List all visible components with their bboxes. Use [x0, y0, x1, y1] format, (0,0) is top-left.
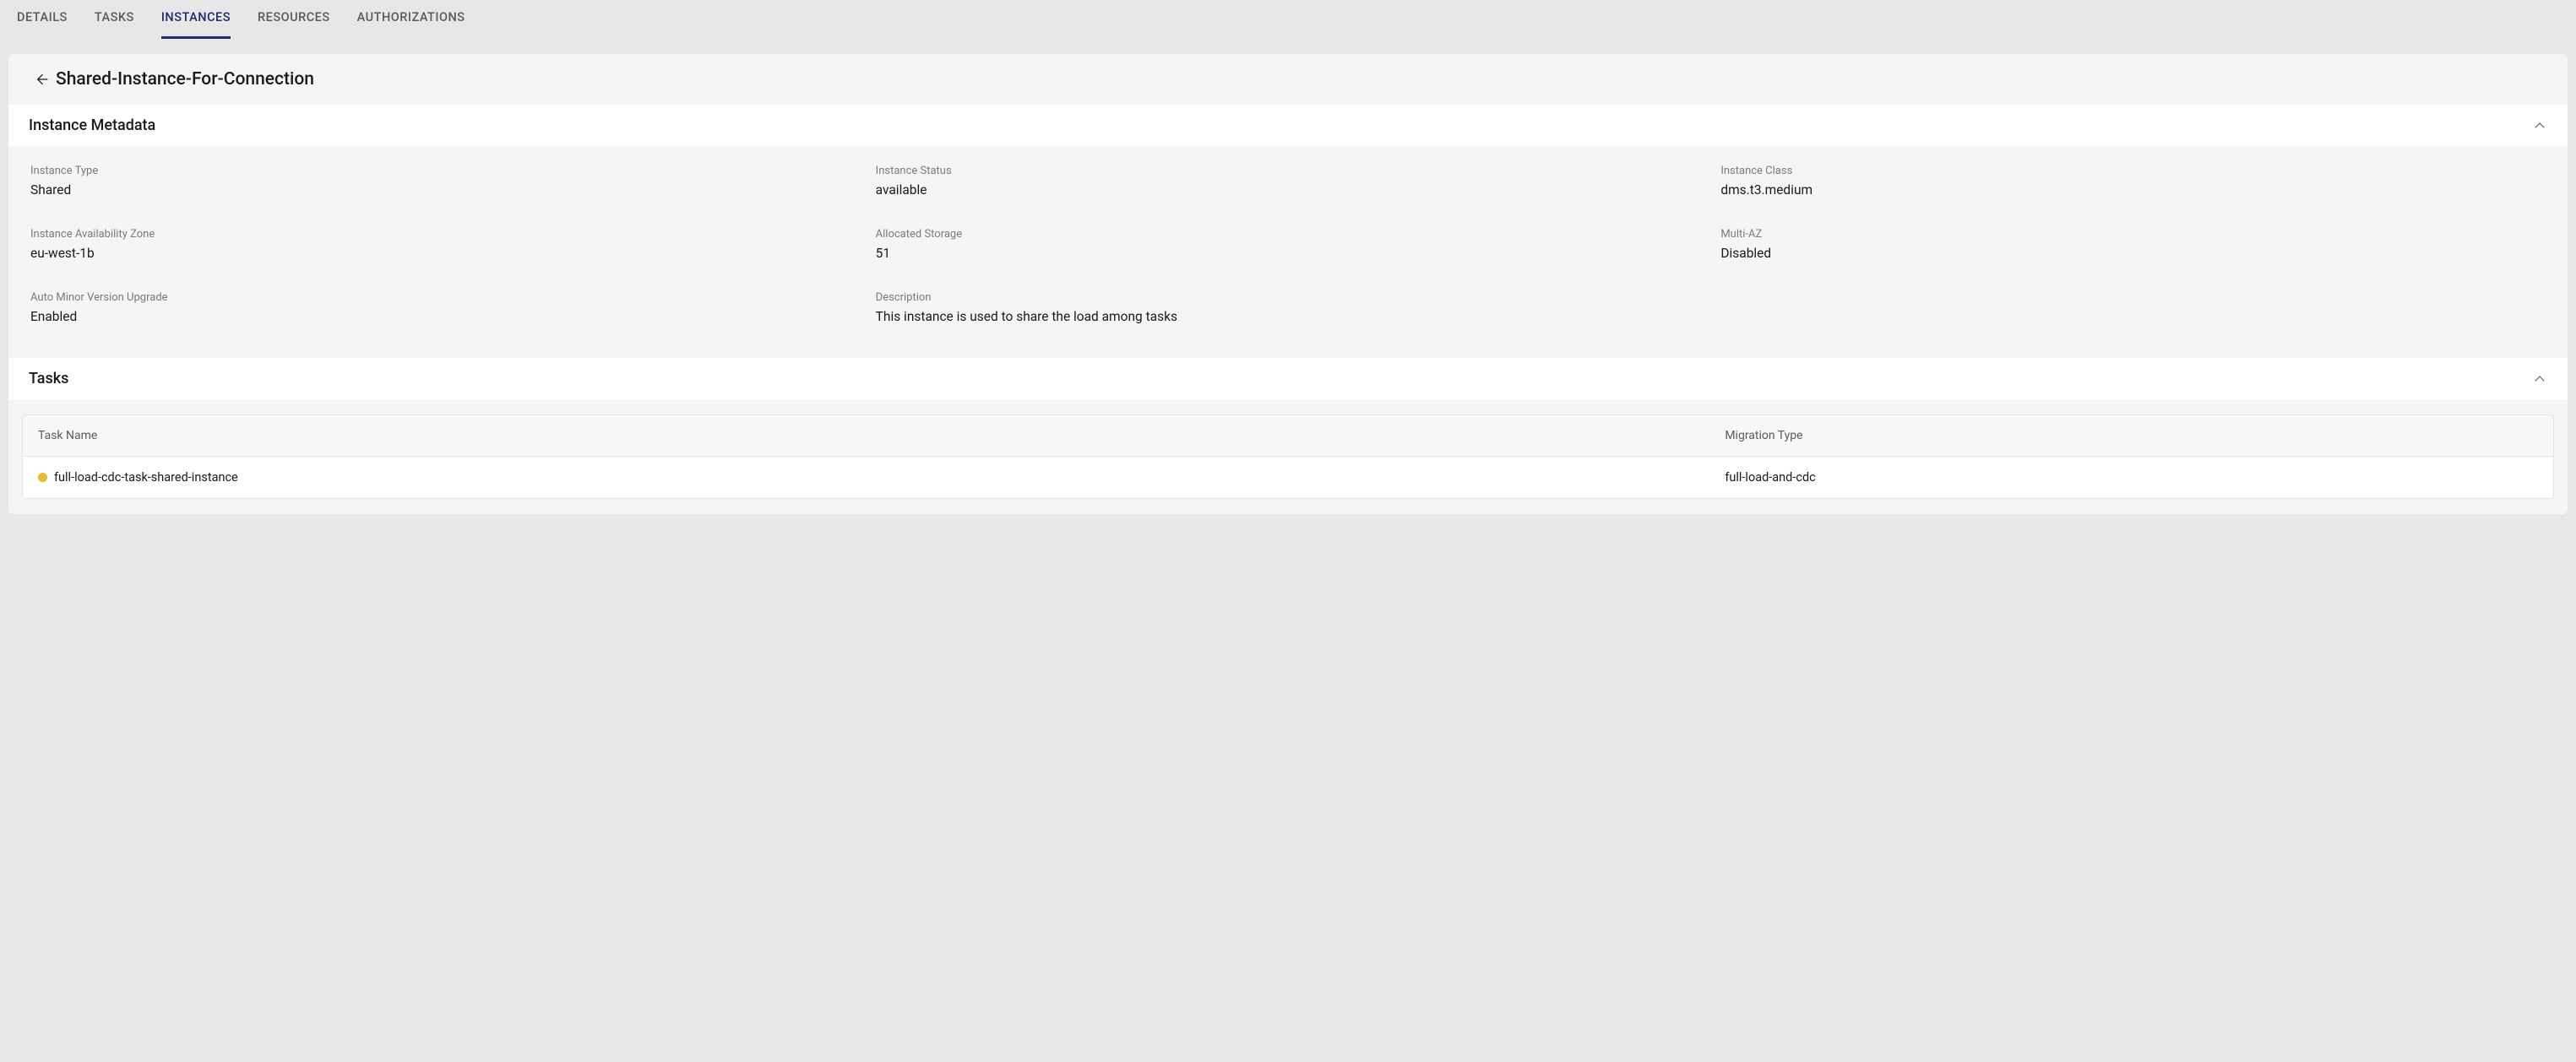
table-row[interactable]: full-load-cdc-task-shared-instance full-… [23, 457, 2553, 498]
title-row: Shared-Instance-For-Connection [8, 54, 2568, 105]
tab-instances[interactable]: INSTANCES [161, 0, 231, 39]
value-instance-status: available [876, 182, 1701, 198]
tab-resources[interactable]: RESOURCES [258, 0, 330, 39]
label-allocated-storage: Allocated Storage [876, 228, 1701, 241]
field-availability-zone: Instance Availability Zone eu-west-1b [30, 228, 856, 261]
page-title: Shared-Instance-For-Connection [56, 69, 314, 89]
field-auto-minor-upgrade: Auto Minor Version Upgrade Enabled [30, 291, 856, 324]
label-instance-type: Instance Type [30, 165, 856, 177]
tab-authorizations[interactable]: AUTHORIZATIONS [357, 0, 465, 39]
value-description: This instance is used to share the load … [876, 309, 2546, 324]
field-multi-az: Multi-AZ Disabled [1720, 228, 2546, 261]
tasks-table-header: Task Name Migration Type [23, 415, 2553, 457]
label-auto-minor-upgrade: Auto Minor Version Upgrade [30, 291, 856, 304]
value-availability-zone: eu-west-1b [30, 246, 856, 261]
field-instance-status: Instance Status available [876, 165, 1701, 198]
field-instance-class: Instance Class dms.t3.medium [1720, 165, 2546, 198]
label-availability-zone: Instance Availability Zone [30, 228, 856, 241]
status-dot-icon [38, 473, 47, 482]
field-allocated-storage: Allocated Storage 51 [876, 228, 1701, 261]
field-instance-type: Instance Type Shared [30, 165, 856, 198]
value-instance-class: dms.t3.medium [1720, 182, 2546, 198]
tab-tasks[interactable]: TASKS [95, 0, 134, 39]
tasks-body: Task Name Migration Type full-load-cdc-t… [8, 399, 2568, 514]
task-name-text: full-load-cdc-task-shared-instance [54, 470, 238, 485]
metadata-grid: Instance Type Shared Instance Status ava… [8, 146, 2568, 349]
tasks-table: Task Name Migration Type full-load-cdc-t… [22, 415, 2554, 499]
cell-migration-type: full-load-and-cdc [1709, 457, 2553, 498]
value-allocated-storage: 51 [876, 246, 1701, 261]
column-migration-type: Migration Type [1709, 415, 2553, 456]
tasks-section: Tasks Task Name Migration Type full-load… [8, 358, 2568, 514]
chevron-up-icon[interactable] [2532, 118, 2547, 133]
value-auto-minor-upgrade: Enabled [30, 309, 856, 324]
label-description: Description [876, 291, 2546, 304]
tab-details[interactable]: DETAILS [17, 0, 68, 39]
tasks-section-title: Tasks [29, 370, 68, 387]
value-multi-az: Disabled [1720, 246, 2546, 261]
label-instance-class: Instance Class [1720, 165, 2546, 177]
tabs-bar: DETAILS TASKS INSTANCES RESOURCES AUTHOR… [0, 0, 2576, 39]
chevron-up-icon[interactable] [2532, 371, 2547, 387]
content-card: Shared-Instance-For-Connection Instance … [8, 54, 2568, 514]
value-instance-type: Shared [30, 182, 856, 198]
tasks-section-header: Tasks [8, 358, 2568, 399]
metadata-section-title: Instance Metadata [29, 116, 155, 134]
column-task-name: Task Name [23, 415, 1709, 456]
back-arrow-icon[interactable] [32, 71, 49, 88]
field-description: Description This instance is used to sha… [876, 291, 2546, 324]
label-instance-status: Instance Status [876, 165, 1701, 177]
metadata-section-header: Instance Metadata [8, 105, 2568, 146]
label-multi-az: Multi-AZ [1720, 228, 2546, 241]
cell-task-name: full-load-cdc-task-shared-instance [23, 457, 1709, 498]
